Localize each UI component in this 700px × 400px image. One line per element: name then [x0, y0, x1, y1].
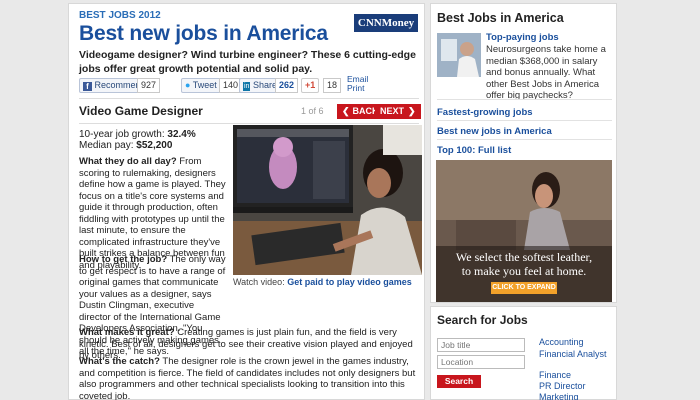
video-link[interactable]: Get paid to play video games: [287, 277, 412, 287]
next-label: NEXT: [380, 106, 405, 116]
share-count: 262: [275, 78, 299, 93]
tweet-label: Tweet: [192, 80, 217, 90]
print-link[interactable]: Print: [347, 84, 368, 93]
pay-value: $52,200: [136, 140, 173, 151]
plus-count: 18: [323, 78, 342, 93]
job-search-panel: Search for Jobs Search Accounting Financ…: [430, 306, 617, 400]
ad-headline-1: We select the softest leather,: [455, 250, 593, 264]
google-plus-icon: +1: [305, 80, 316, 90]
top-paying-jobs-link[interactable]: Top-paying jobs: [486, 32, 559, 43]
surgeon-photo: [437, 33, 481, 77]
designer-photo: [233, 125, 422, 275]
search-button[interactable]: Search: [437, 375, 481, 388]
page-title: Best new jobs in America: [79, 22, 328, 45]
linkedin-icon: in: [243, 82, 251, 91]
divider: [79, 98, 419, 99]
google-plus-button[interactable]: +1: [301, 78, 320, 93]
chevron-right-icon: ❯: [408, 106, 416, 116]
question-label: What's the catch?: [79, 356, 160, 367]
job-stats: 10-year job growth: 32.4% Median pay: $5…: [79, 129, 196, 151]
advertisement[interactable]: We select the softest leather, to make y…: [436, 160, 612, 302]
pay-stat: Median pay: $52,200: [79, 140, 196, 151]
article-dek: Videogame designer? Wind turbine enginee…: [79, 49, 416, 75]
search-title: Search for Jobs: [437, 313, 528, 327]
question-label: How to get the job?: [79, 254, 168, 265]
slide-title: Video Game Designer: [79, 104, 203, 118]
pay-label: Median pay:: [79, 140, 134, 151]
divider: [79, 123, 419, 124]
ad-expand-button[interactable]: CLICK TO EXPAND: [491, 282, 557, 294]
job-title-input[interactable]: [437, 338, 525, 352]
ad-headline-2: to make you feel at home.: [461, 264, 587, 278]
caption-prefix: Watch video:: [233, 277, 285, 287]
category-finance[interactable]: Finance: [539, 370, 571, 380]
growth-label: 10-year job growth:: [79, 129, 165, 140]
category-marketing[interactable]: Marketing: [539, 392, 579, 400]
feature-thumbnail[interactable]: [437, 33, 481, 77]
category-pr-director[interactable]: PR Director: [539, 381, 586, 391]
growth-stat: 10-year job growth: 32.4%: [79, 129, 196, 140]
divider: [437, 99, 612, 100]
tweet-button[interactable]: ● Tweet: [181, 78, 221, 93]
email-print-links: Email Print: [347, 75, 368, 93]
sidebar-link-top-100[interactable]: Top 100: Full list: [437, 145, 511, 156]
video-caption: Watch video: Get paid to play video game…: [233, 277, 422, 288]
question-label: What makes it great?: [79, 327, 175, 338]
slide-counter: 1 of 6: [301, 106, 324, 116]
sidebar-title: Best Jobs in America: [437, 11, 564, 25]
category-financial-analyst[interactable]: Financial Analyst: [539, 349, 609, 359]
recommend-count: 927: [137, 78, 161, 93]
page: BEST JOBS 2012 Best new jobs in America …: [0, 0, 700, 400]
feature-text: Neurosurgeons take home a median $368,00…: [486, 44, 606, 101]
section-label[interactable]: BEST JOBS 2012: [79, 10, 161, 21]
sidebar-link-fastest-growing[interactable]: Fastest-growing jobs: [437, 107, 533, 118]
question-label: What they do all day?: [79, 156, 177, 167]
sidebar-link-best-new[interactable]: Best new jobs in America: [437, 126, 552, 137]
brand-logo[interactable]: CNNMoney: [354, 14, 418, 32]
twitter-icon: ●: [185, 80, 191, 90]
article-panel: BEST JOBS 2012 Best new jobs in America …: [68, 3, 425, 400]
divider: [437, 139, 612, 140]
growth-value: 32.4%: [167, 129, 196, 140]
divider: [437, 120, 612, 121]
category-accounting[interactable]: Accounting: [539, 337, 584, 347]
chevron-left-icon: ❮: [342, 106, 350, 116]
social-bar: f Recommend 927 ● Tweet 140 in Share 262…: [79, 75, 419, 94]
location-input[interactable]: [437, 355, 525, 369]
paragraph-catch: What's the catch? The designer role is t…: [79, 356, 419, 400]
next-button[interactable]: NEXT ❯: [375, 104, 421, 119]
ad-image: [436, 160, 612, 302]
video-thumbnail[interactable]: [233, 125, 422, 275]
facebook-icon: f: [83, 82, 92, 91]
share-label: Share: [252, 80, 277, 90]
